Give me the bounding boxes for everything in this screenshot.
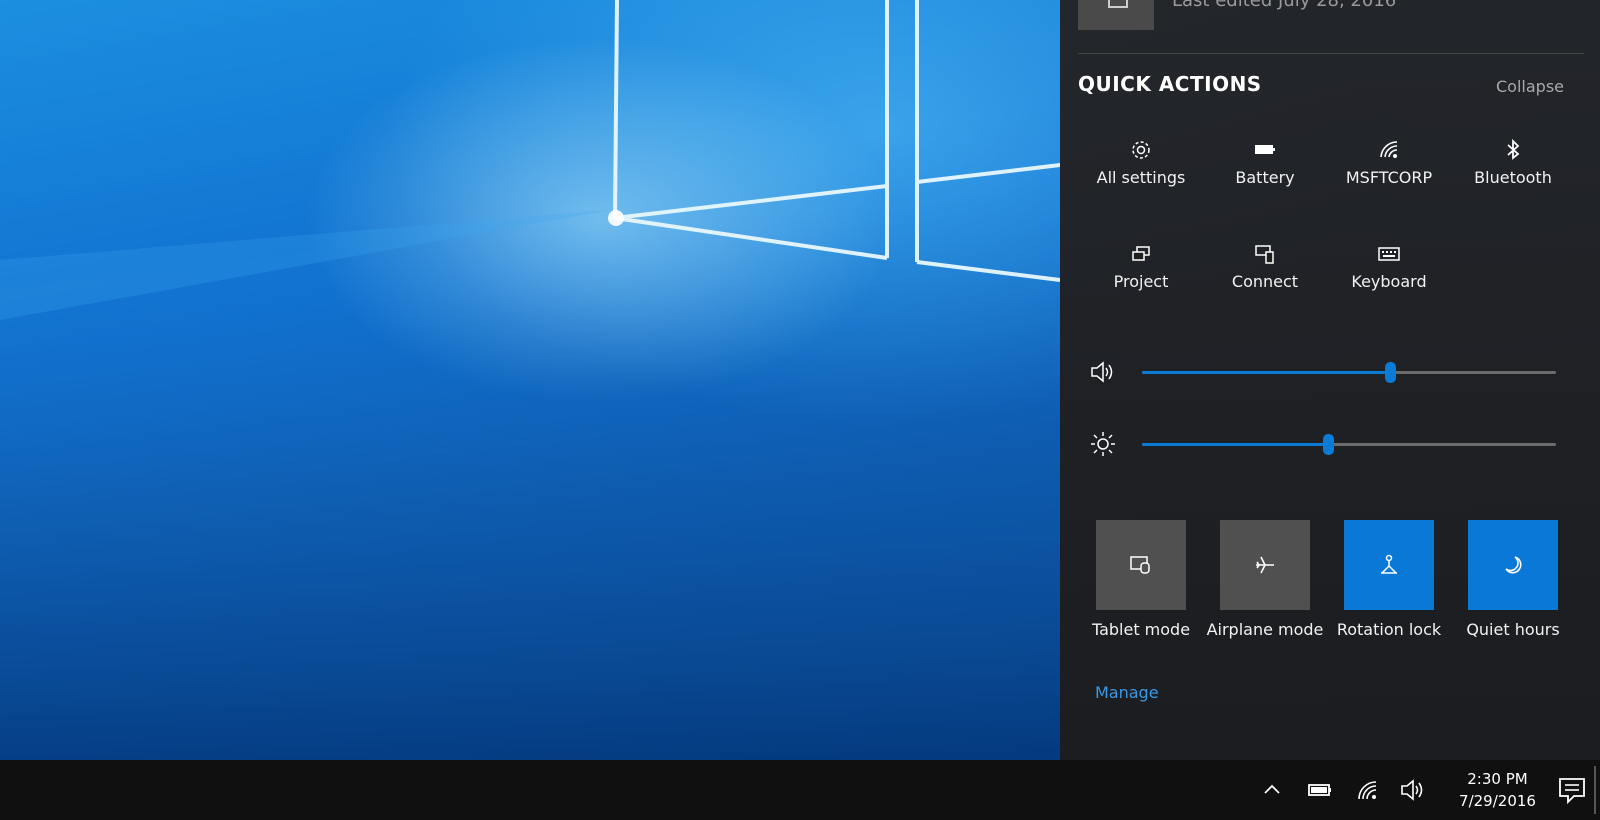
document-icon (1078, 0, 1154, 30)
toggle-tile (1096, 520, 1186, 610)
manage-link[interactable]: Manage (1095, 683, 1159, 702)
taskbar: 2:30 PM 7/29/2016 (0, 760, 1600, 820)
quick-action-label: Keyboard (1351, 272, 1427, 291)
rotation-lock-icon (1381, 554, 1397, 574)
clock-date: 7/29/2016 (1459, 792, 1536, 810)
quick-action-label: MSFTCORP (1345, 168, 1433, 187)
bluetooth-icon (1507, 138, 1520, 160)
connect-icon (1255, 245, 1274, 264)
quick-action-label: Connect (1231, 272, 1299, 291)
brightness-slider-fill (1142, 443, 1329, 446)
brightness-icon (1091, 432, 1115, 456)
wifi-icon[interactable] (1354, 776, 1382, 804)
action-center-icon[interactable] (1556, 774, 1588, 806)
toggle-label: Rotation lock (1336, 620, 1442, 639)
notification-item[interactable]: Last edited July 28, 2016 (1078, 0, 1578, 30)
volume-slider-fill (1142, 371, 1391, 374)
show-desktop-button[interactable] (1594, 766, 1596, 814)
quick-action-label: Battery (1235, 168, 1295, 187)
toggle-airplane-mode[interactable]: Airplane mode (1203, 520, 1327, 640)
project-icon (1132, 246, 1150, 261)
quick-action-label: Bluetooth (1474, 168, 1552, 187)
quick-action-bluetooth[interactable]: Bluetooth (1451, 138, 1575, 210)
clock-time: 2:30 PM (1467, 770, 1528, 788)
taskbar-clock[interactable]: 2:30 PM 7/29/2016 (1450, 770, 1545, 810)
quick-action-connect[interactable]: Connect (1203, 242, 1327, 314)
tablet-mode-icon (1130, 556, 1150, 574)
toggle-label: Airplane mode (1206, 620, 1324, 639)
toggle-rotation-lock[interactable]: Rotation lock (1327, 520, 1451, 640)
brightness-slider[interactable] (1142, 434, 1556, 455)
quick-action-label: Project (1113, 272, 1169, 291)
gear-icon (1132, 141, 1150, 159)
airplane-icon (1256, 556, 1274, 574)
toggle-quiet-hours[interactable]: Quiet hours (1451, 520, 1575, 640)
divider (1078, 53, 1584, 54)
chevron-up-icon[interactable] (1258, 776, 1286, 804)
collapse-button[interactable]: Collapse (1496, 77, 1564, 96)
volume-slider[interactable] (1142, 362, 1556, 383)
quick-action-all-settings[interactable]: All settings (1079, 138, 1203, 210)
toggle-tile (1468, 520, 1558, 610)
toggle-label: Tablet mode (1091, 620, 1191, 639)
action-center-panel: Last edited July 28, 2016 QUICK ACTIONS … (1060, 0, 1600, 760)
quick-action-battery[interactable]: Battery (1203, 138, 1327, 210)
moon-icon (1505, 556, 1522, 574)
volume-icon (1091, 361, 1113, 383)
toggle-tile (1344, 520, 1434, 610)
volume-slider-row (1060, 357, 1600, 387)
toggle-tablet-mode[interactable]: Tablet mode (1079, 520, 1203, 640)
quick-action-keyboard[interactable]: Keyboard (1327, 242, 1451, 314)
wifi-icon (1380, 141, 1398, 158)
toggle-label: Quiet hours (1466, 620, 1560, 639)
quick-action-network[interactable]: MSFTCORP (1327, 138, 1451, 210)
volume-slider-thumb[interactable] (1385, 362, 1397, 383)
quick-action-label: All settings (1096, 168, 1186, 187)
brightness-slider-thumb[interactable] (1323, 434, 1335, 455)
brightness-slider-row (1060, 429, 1600, 459)
battery-icon (1255, 145, 1275, 154)
volume-icon[interactable] (1399, 776, 1427, 804)
quick-actions-title: QUICK ACTIONS (1078, 72, 1262, 96)
notification-text: Last edited July 28, 2016 (1172, 0, 1397, 11)
keyboard-icon (1378, 247, 1400, 261)
battery-icon[interactable] (1306, 776, 1334, 804)
toggle-tile (1220, 520, 1310, 610)
quick-action-project[interactable]: Project (1079, 242, 1203, 314)
